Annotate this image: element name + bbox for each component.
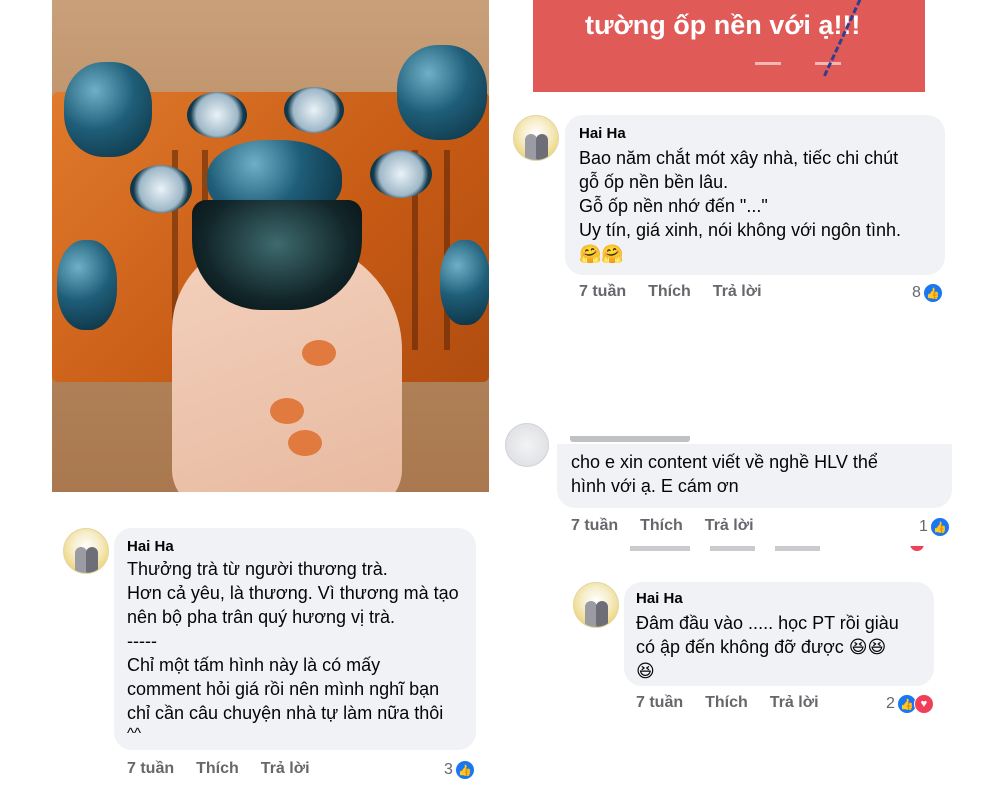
comment-time[interactable]: 7 tuần (571, 517, 618, 534)
comment-emoji: 🤗🤗 (579, 244, 624, 264)
comment-text-line: Bao năm chắt mót xây nhà, tiếc chi chút (579, 148, 899, 168)
comment-text-line: Thưởng trà từ người thương trà. (127, 559, 388, 579)
reaction-number: 3 (444, 761, 453, 778)
comment-text-line: Uy tín, giá xinh, nói không với ngôn tìn… (579, 220, 901, 240)
comment-text-line: nên bộ pha trân quý hương vị trà. (127, 607, 396, 627)
tea-canister (64, 62, 152, 157)
fingernail (302, 340, 336, 366)
comment-text-line: ^^ (127, 725, 142, 742)
reaction-count[interactable]: 3 👍 (444, 760, 475, 780)
thumbs-up-icon: 👍 (929, 517, 950, 537)
comment-text-line: ----- (127, 631, 157, 651)
pitcher (397, 45, 487, 140)
clipped-author-name (570, 436, 690, 444)
avatar[interactable] (573, 582, 619, 628)
comment-text-line: comment hỏi giá rồi nên mình nghĩ bạn (127, 679, 440, 699)
avatar[interactable] (63, 528, 109, 574)
avatar[interactable] (513, 115, 559, 161)
reaction-number: 2 (886, 695, 895, 712)
comment-bubble: Hai Ha Thưởng trà từ người thương trà. H… (114, 528, 476, 750)
comment-text-line: hình với ạ. E cám ơn (571, 476, 739, 496)
thumbs-up-icon: 👍 (454, 760, 475, 780)
comment-text-line: Gỗ ốp nền nhớ đến "..." (579, 196, 768, 216)
comment-bubble: Hai Ha Đâm đầu vào ..... học PT rồi giàu… (624, 582, 934, 686)
like-button[interactable]: Thích (640, 517, 683, 534)
reaction-number: 1 (919, 518, 928, 535)
comment-author[interactable]: Hai Ha (636, 590, 922, 607)
like-button[interactable]: Thích (648, 283, 691, 300)
fingernail (288, 430, 322, 456)
avatar[interactable] (505, 423, 549, 467)
tea-cup (284, 87, 344, 133)
comment-bubble: Hai Ha Bao năm chắt mót xây nhà, tiếc ch… (565, 115, 945, 275)
comment-time[interactable]: 7 tuần (579, 283, 626, 300)
comment-text-line: cho e xin content viết về nghề HLV thể (571, 452, 878, 472)
comment-text-line: chỉ cần câu chuyện nhà tự làm nữa thôi (127, 703, 444, 723)
comment-text-line: có ập đến không đỡ được 😆😆 (636, 637, 887, 657)
fingernail (270, 398, 304, 424)
comment-author[interactable]: Hai Ha (579, 125, 931, 142)
comment-text-line: Hơn cả yêu, là thương. Vì thương mà tạo (127, 583, 459, 603)
reaction-number: 8 (912, 284, 921, 301)
dog-illustration (755, 40, 781, 65)
comment-actions: 7 tuần Thích Trả lời (571, 517, 776, 535)
like-button[interactable]: Thích (196, 760, 239, 777)
reaction-count[interactable]: 8 👍 (912, 283, 943, 303)
comment-actions: 7 tuần Thích Trả lời (127, 760, 332, 778)
comment-actions: 7 tuần Thích Trả lời (636, 694, 841, 712)
tea-cup (130, 165, 192, 213)
promo-banner-image[interactable]: tường ốp nền với ạ!!! (533, 0, 925, 92)
thumbs-up-icon: 👍 (922, 283, 943, 303)
comment-text-line: Đâm đầu vào ..... học PT rồi giàu (636, 613, 899, 633)
comment-text-line: Chỉ một tấm hình này là có mấy (127, 655, 381, 675)
reply-button[interactable]: Trả lời (261, 760, 310, 777)
reply-button[interactable]: Trả lời (713, 283, 762, 300)
reply-button[interactable]: Trả lời (705, 517, 754, 534)
tea-dish (440, 240, 489, 325)
banner-text: tường ốp nền với ạ!!! (585, 10, 861, 40)
comment-time[interactable]: 7 tuần (127, 760, 174, 777)
held-tea-cup (192, 200, 362, 310)
comment-text-line: gỗ ốp nền bền lâu. (579, 172, 729, 192)
like-button[interactable]: Thích (705, 694, 748, 711)
comment-bubble: cho e xin content viết về nghề HLV thể h… (557, 444, 952, 508)
tea-cup (187, 92, 247, 138)
reaction-count[interactable]: 2 👍 ♥ (886, 694, 934, 714)
tea-cup (370, 150, 432, 198)
tea-canister (57, 240, 117, 330)
comment-author[interactable]: Hai Ha (127, 538, 463, 555)
heart-icon: ♥ (913, 694, 934, 714)
clipped-actions-row (630, 546, 940, 555)
tea-set-photo[interactable] (52, 0, 489, 492)
comment-actions: 7 tuần Thích Trả lời (579, 283, 784, 301)
reaction-count[interactable]: 1 👍 (919, 517, 950, 537)
comment-time[interactable]: 7 tuần (636, 694, 683, 711)
comment-text-line: 😆 (636, 661, 655, 681)
reply-button[interactable]: Trả lời (770, 694, 819, 711)
